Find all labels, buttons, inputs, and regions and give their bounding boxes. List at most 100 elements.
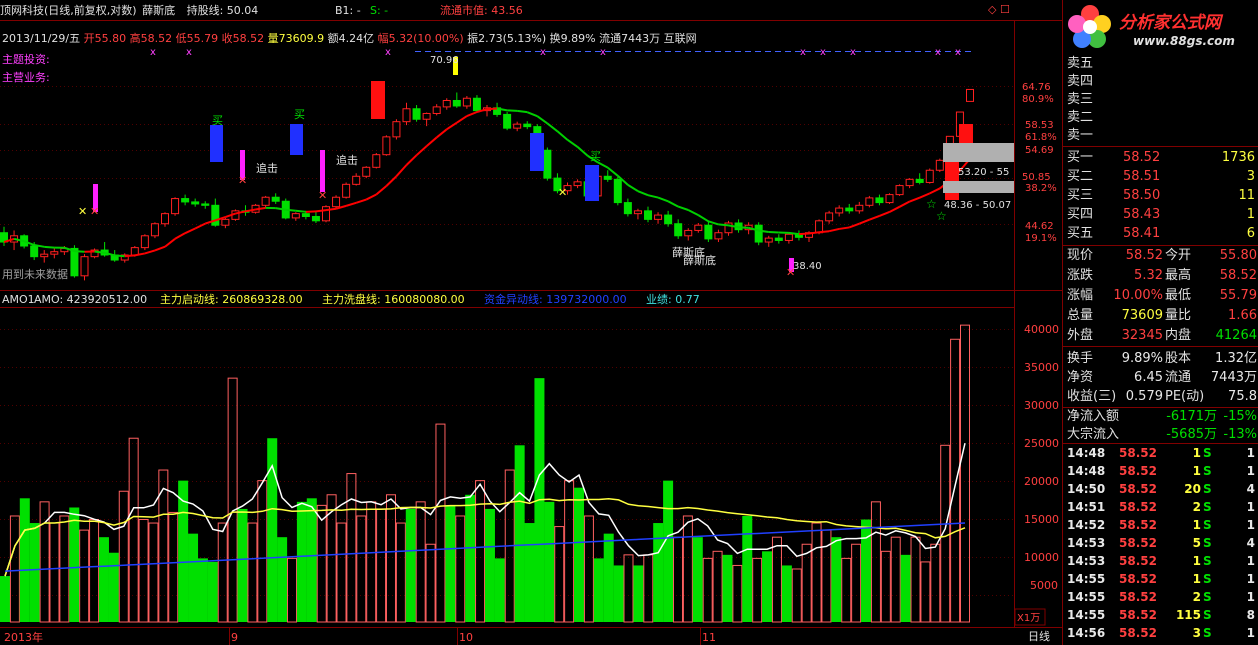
candle-body: [925, 169, 934, 183]
cross-mark-icon: ✕: [78, 205, 87, 218]
candle-body: [191, 201, 200, 205]
time-axis: 2013年 9 10 11 日线: [4, 628, 1050, 645]
ma-segment: [517, 109, 528, 114]
volume-bar: [237, 508, 248, 622]
tick-time: 14:55: [1067, 572, 1106, 586]
stat-row: 涨幅 10.00% 最低 55.79: [1063, 286, 1258, 306]
amo1-label[interactable]: AMO1: [2, 293, 35, 306]
ma-segment: [647, 194, 659, 199]
tick-time: 14:48: [1067, 464, 1106, 478]
volume-bar: [0, 576, 10, 622]
bid-price: 58.51: [1123, 169, 1161, 184]
ma-segment: [909, 196, 921, 203]
tick-volume: 1: [1192, 464, 1201, 478]
logo-url: www.88gs.com: [1133, 34, 1235, 48]
volume-bar: [445, 505, 456, 622]
kline-chart[interactable]: 64.76 80.9% 58.53 61.8% 54.69 50.85 38.2…: [0, 0, 1062, 645]
cross-mark-icon: ✕: [558, 186, 567, 199]
volume-bar: [49, 522, 60, 623]
ma-segment: [415, 145, 428, 156]
signal-x-mark: x: [955, 47, 961, 58]
stat-value: 10.00%: [1113, 288, 1163, 303]
ma-segment: [627, 184, 639, 193]
volume-bar: [682, 515, 693, 623]
volume-bar: [583, 515, 594, 623]
volume-bar: [395, 522, 406, 623]
volume-bar: [98, 537, 109, 622]
ma-segment: [114, 254, 125, 258]
high-tag: 70.96: [430, 55, 459, 66]
tick-count: 1: [1246, 500, 1255, 514]
volume-bar: [930, 543, 941, 623]
price-tick: 64.76: [1022, 82, 1051, 93]
tick-volume: 2: [1192, 590, 1201, 604]
grey-box: [943, 143, 1014, 162]
ma-segment: [325, 207, 337, 212]
time-label: 10: [459, 631, 473, 644]
candle-body: [472, 97, 481, 112]
flow-row: 净流入额 -6171万 -15%: [1063, 408, 1258, 426]
ma-segment: [566, 139, 579, 148]
moving-average-lines: [3, 107, 971, 258]
signal-x-mark: x: [150, 47, 156, 58]
ma-segment: [154, 245, 166, 252]
logo-flower-icon: [1068, 5, 1111, 48]
candle-body: [935, 159, 944, 171]
signal-x-mark: x: [935, 47, 941, 58]
candle-body: [211, 204, 220, 226]
stat-label: 最低: [1165, 288, 1192, 303]
signal-columns: [93, 57, 794, 272]
ma-segment: [708, 220, 719, 226]
tick-price: 58.52: [1119, 482, 1157, 496]
tick-volume: 1: [1192, 518, 1201, 532]
price-tick: 54.69: [1025, 145, 1054, 156]
candle-body: [855, 204, 864, 212]
signal-x-mark: x: [820, 47, 826, 58]
candle-body: [845, 207, 854, 212]
buy-mark: 买: [294, 108, 305, 121]
cross-mark-icon: ✕: [318, 189, 327, 202]
volume-bar: [554, 526, 565, 623]
bid-volume: 6: [1246, 226, 1255, 241]
volume-bar: [79, 529, 90, 623]
bid-volume: 3: [1246, 169, 1255, 184]
volume-tick: 5000: [1030, 579, 1058, 592]
ask-label: 卖四: [1067, 74, 1094, 89]
candle-body: [613, 178, 622, 204]
bid-price: 58.52: [1123, 150, 1161, 165]
tick-count: 1: [1246, 464, 1255, 478]
logo-center: [1083, 20, 1097, 34]
ma-segment: [436, 128, 448, 139]
blue-signal-bar: [585, 165, 599, 201]
volume-unit[interactable]: X1万: [1017, 613, 1040, 624]
stat-row: 现价 58.52 今开 55.80: [1063, 246, 1258, 266]
period-label[interactable]: 日线: [1028, 629, 1050, 643]
volume-bar: [247, 522, 258, 623]
bid-row: 买一 58.52 1736: [1063, 148, 1258, 168]
logo-name: 分析家公式网: [1119, 13, 1221, 33]
tick-time: 14:55: [1067, 608, 1106, 622]
volume-bar: [425, 543, 436, 623]
volume-bar: [168, 511, 179, 623]
buy-mark: 买: [212, 114, 223, 127]
fund-value: 7443万: [1210, 370, 1257, 385]
tick-count: 1: [1246, 572, 1255, 586]
volume-bar: [771, 536, 782, 623]
candle-body: [70, 247, 79, 277]
bid-volume: 1736: [1221, 150, 1255, 165]
price-tick: 50.85: [1022, 172, 1051, 183]
fund-label: 净资: [1067, 370, 1094, 385]
flow-pct: -15%: [1223, 409, 1257, 424]
tick-volume: 5: [1192, 536, 1201, 550]
volume-bar: [455, 515, 466, 623]
bid-row: 买三 58.50 11: [1063, 186, 1258, 206]
bid-label: 买三: [1067, 188, 1094, 203]
candle-body: [271, 196, 280, 202]
candle-body: [835, 207, 844, 214]
stat-value: 41264: [1215, 328, 1257, 343]
candle-body: [674, 223, 683, 237]
candle-body: [50, 251, 59, 255]
candle-body: [644, 210, 652, 220]
candle-body: [915, 178, 924, 183]
volume-bar: [9, 515, 20, 623]
